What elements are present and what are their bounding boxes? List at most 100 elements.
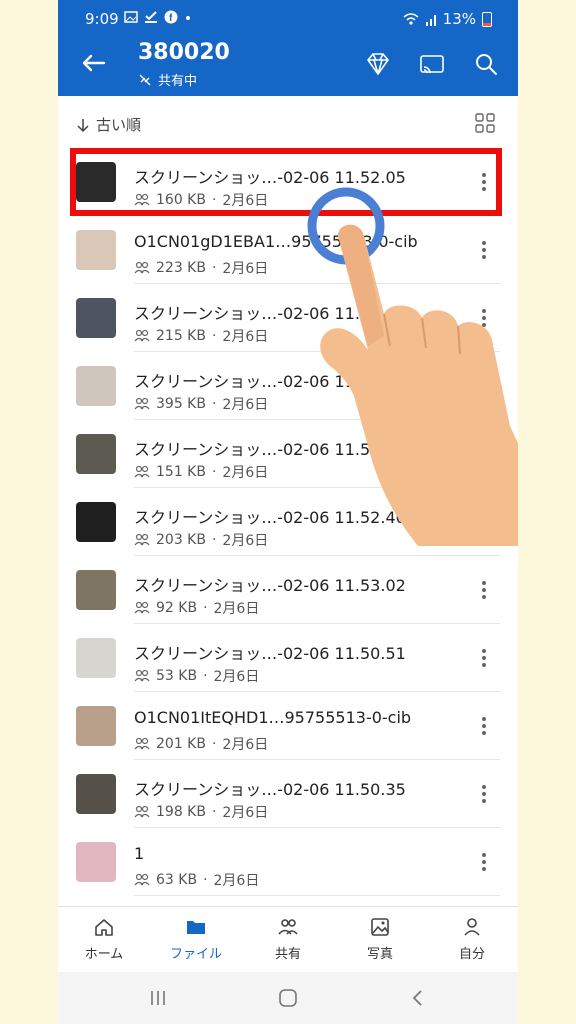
person-icon [464,918,480,936]
more-options-icon[interactable] [476,714,492,738]
meta-separator: · [203,668,208,684]
system-back-icon[interactable] [408,988,428,1008]
file-name: 1 [134,844,145,863]
folder-title: 380020 [138,40,230,65]
file-date: 2月6日 [222,805,269,821]
shared-people-icon [134,465,150,478]
shared-status-label: 共有中 [158,74,198,89]
photo-icon [371,918,389,936]
grid-view-icon[interactable] [474,112,496,134]
file-row[interactable]: 1 63 KB · 2月6日 [58,828,518,896]
nav-label: 自分 [458,947,485,962]
meta-separator: · [203,600,208,616]
premium-diamond-icon[interactable] [364,50,392,78]
back-arrow-icon[interactable] [78,48,108,78]
nav-item-photo[interactable]: 写真 [335,915,425,962]
nav-item-home[interactable]: ホーム [59,915,149,962]
file-row[interactable]: スクリーンショッ…-02-06 11.50.51 53 KB · 2月6日 [58,624,518,692]
check-download-icon [145,11,157,23]
file-meta: 395 KB · 2月6日 [134,394,268,414]
wifi-icon [403,12,419,25]
shared-people-icon [134,669,150,682]
file-thumbnail [76,638,116,678]
shared-people-icon [134,397,150,410]
file-size: 215 KB [156,328,206,344]
file-meta: 223 KB · 2月6日 [134,258,268,278]
sort-label: 古い順 [96,116,142,134]
sort-bar: 古い順 [58,96,518,148]
file-meta: 151 KB · 2月6日 [134,462,268,482]
file-date: 2月6日 [222,397,269,413]
file-thumbnail [76,298,116,338]
meta-separator: · [211,804,217,820]
cast-icon[interactable] [418,50,446,78]
arrow-down-icon [77,118,89,132]
file-meta: 203 KB · 2月6日 [134,530,268,550]
file-thumbnail [76,230,116,270]
file-thumbnail [76,706,116,746]
shared-people-icon [134,805,150,818]
people-icon [278,919,298,935]
nav-label: ホーム [84,947,124,962]
file-thumbnail [76,502,116,542]
file-thumbnail [76,366,116,406]
file-thumbnail [76,570,116,610]
file-row[interactable]: スクリーンショッ…-02-06 11.53.02 92 KB · 2月6日 [58,556,518,624]
recent-apps-icon[interactable] [148,988,168,1008]
dot-icon [186,16,190,20]
file-date: 2月6日 [222,465,269,481]
meta-separator: · [203,872,208,888]
file-date: 2月6日 [213,669,260,685]
file-row[interactable]: スクリーンショッ…-02-06 11.50.35 198 KB · 2月6日 [58,760,518,828]
home-button-icon[interactable] [278,988,298,1008]
file-size: 198 KB [156,804,206,820]
more-options-icon[interactable] [476,850,492,874]
nav-label: 共有 [274,947,301,962]
shared-status: 共有中 [138,70,197,89]
file-row[interactable]: O1CN01ItEQHD1…95755513-0-cib 201 KB · 2月6日 [58,692,518,760]
status-time: 9:09 [85,10,119,28]
shared-off-icon [139,74,151,85]
file-meta: 53 KB · 2月6日 [134,666,259,686]
file-size: 63 KB [156,872,198,888]
file-date: 2月6日 [222,261,269,277]
meta-separator: · [211,532,217,548]
search-icon[interactable] [472,50,500,78]
gallery-icon [124,11,138,23]
shared-people-icon [134,601,150,614]
sort-toggle[interactable]: 古い順 [76,114,141,135]
file-size: 53 KB [156,668,198,684]
file-thumbnail [76,842,116,882]
more-options-icon[interactable] [476,782,492,806]
file-date: 2月6日 [213,601,260,617]
status-system-icons: 13% [403,10,492,28]
signal-icon [425,14,436,26]
file-meta: 63 KB · 2月6日 [134,870,259,890]
shared-people-icon [134,261,150,274]
nav-item-person[interactable]: 自分 [427,915,517,962]
nav-item-folder[interactable]: ファイル [151,915,241,962]
file-name: スクリーンショッ…-02-06 11.50.51 [134,644,406,663]
file-date: 2月6日 [222,329,269,345]
file-meta: 198 KB · 2月6日 [134,802,268,822]
meta-separator: · [211,396,217,412]
app-bar: 380020 共有中 [58,36,518,96]
meta-separator: · [211,736,217,752]
battery-text: 13% [442,10,476,28]
file-date: 2月6日 [222,533,269,549]
file-meta: 92 KB · 2月6日 [134,598,259,618]
shared-people-icon [134,533,150,546]
more-options-icon[interactable] [476,646,492,670]
file-name: O1CN01ItEQHD1…95755513-0-cib [134,708,412,727]
more-options-icon[interactable] [476,578,492,602]
file-thumbnail [76,434,116,474]
file-name: スクリーンショッ…-02-06 11.53.02 [134,576,406,595]
nav-item-people[interactable]: 共有 [243,915,333,962]
battery-icon [482,11,492,27]
file-size: 151 KB [156,464,206,480]
meta-separator: · [211,464,217,480]
shared-people-icon [134,873,150,886]
status-notification-icons: f [124,10,192,24]
shared-people-icon [134,329,150,342]
file-size: 201 KB [156,736,206,752]
